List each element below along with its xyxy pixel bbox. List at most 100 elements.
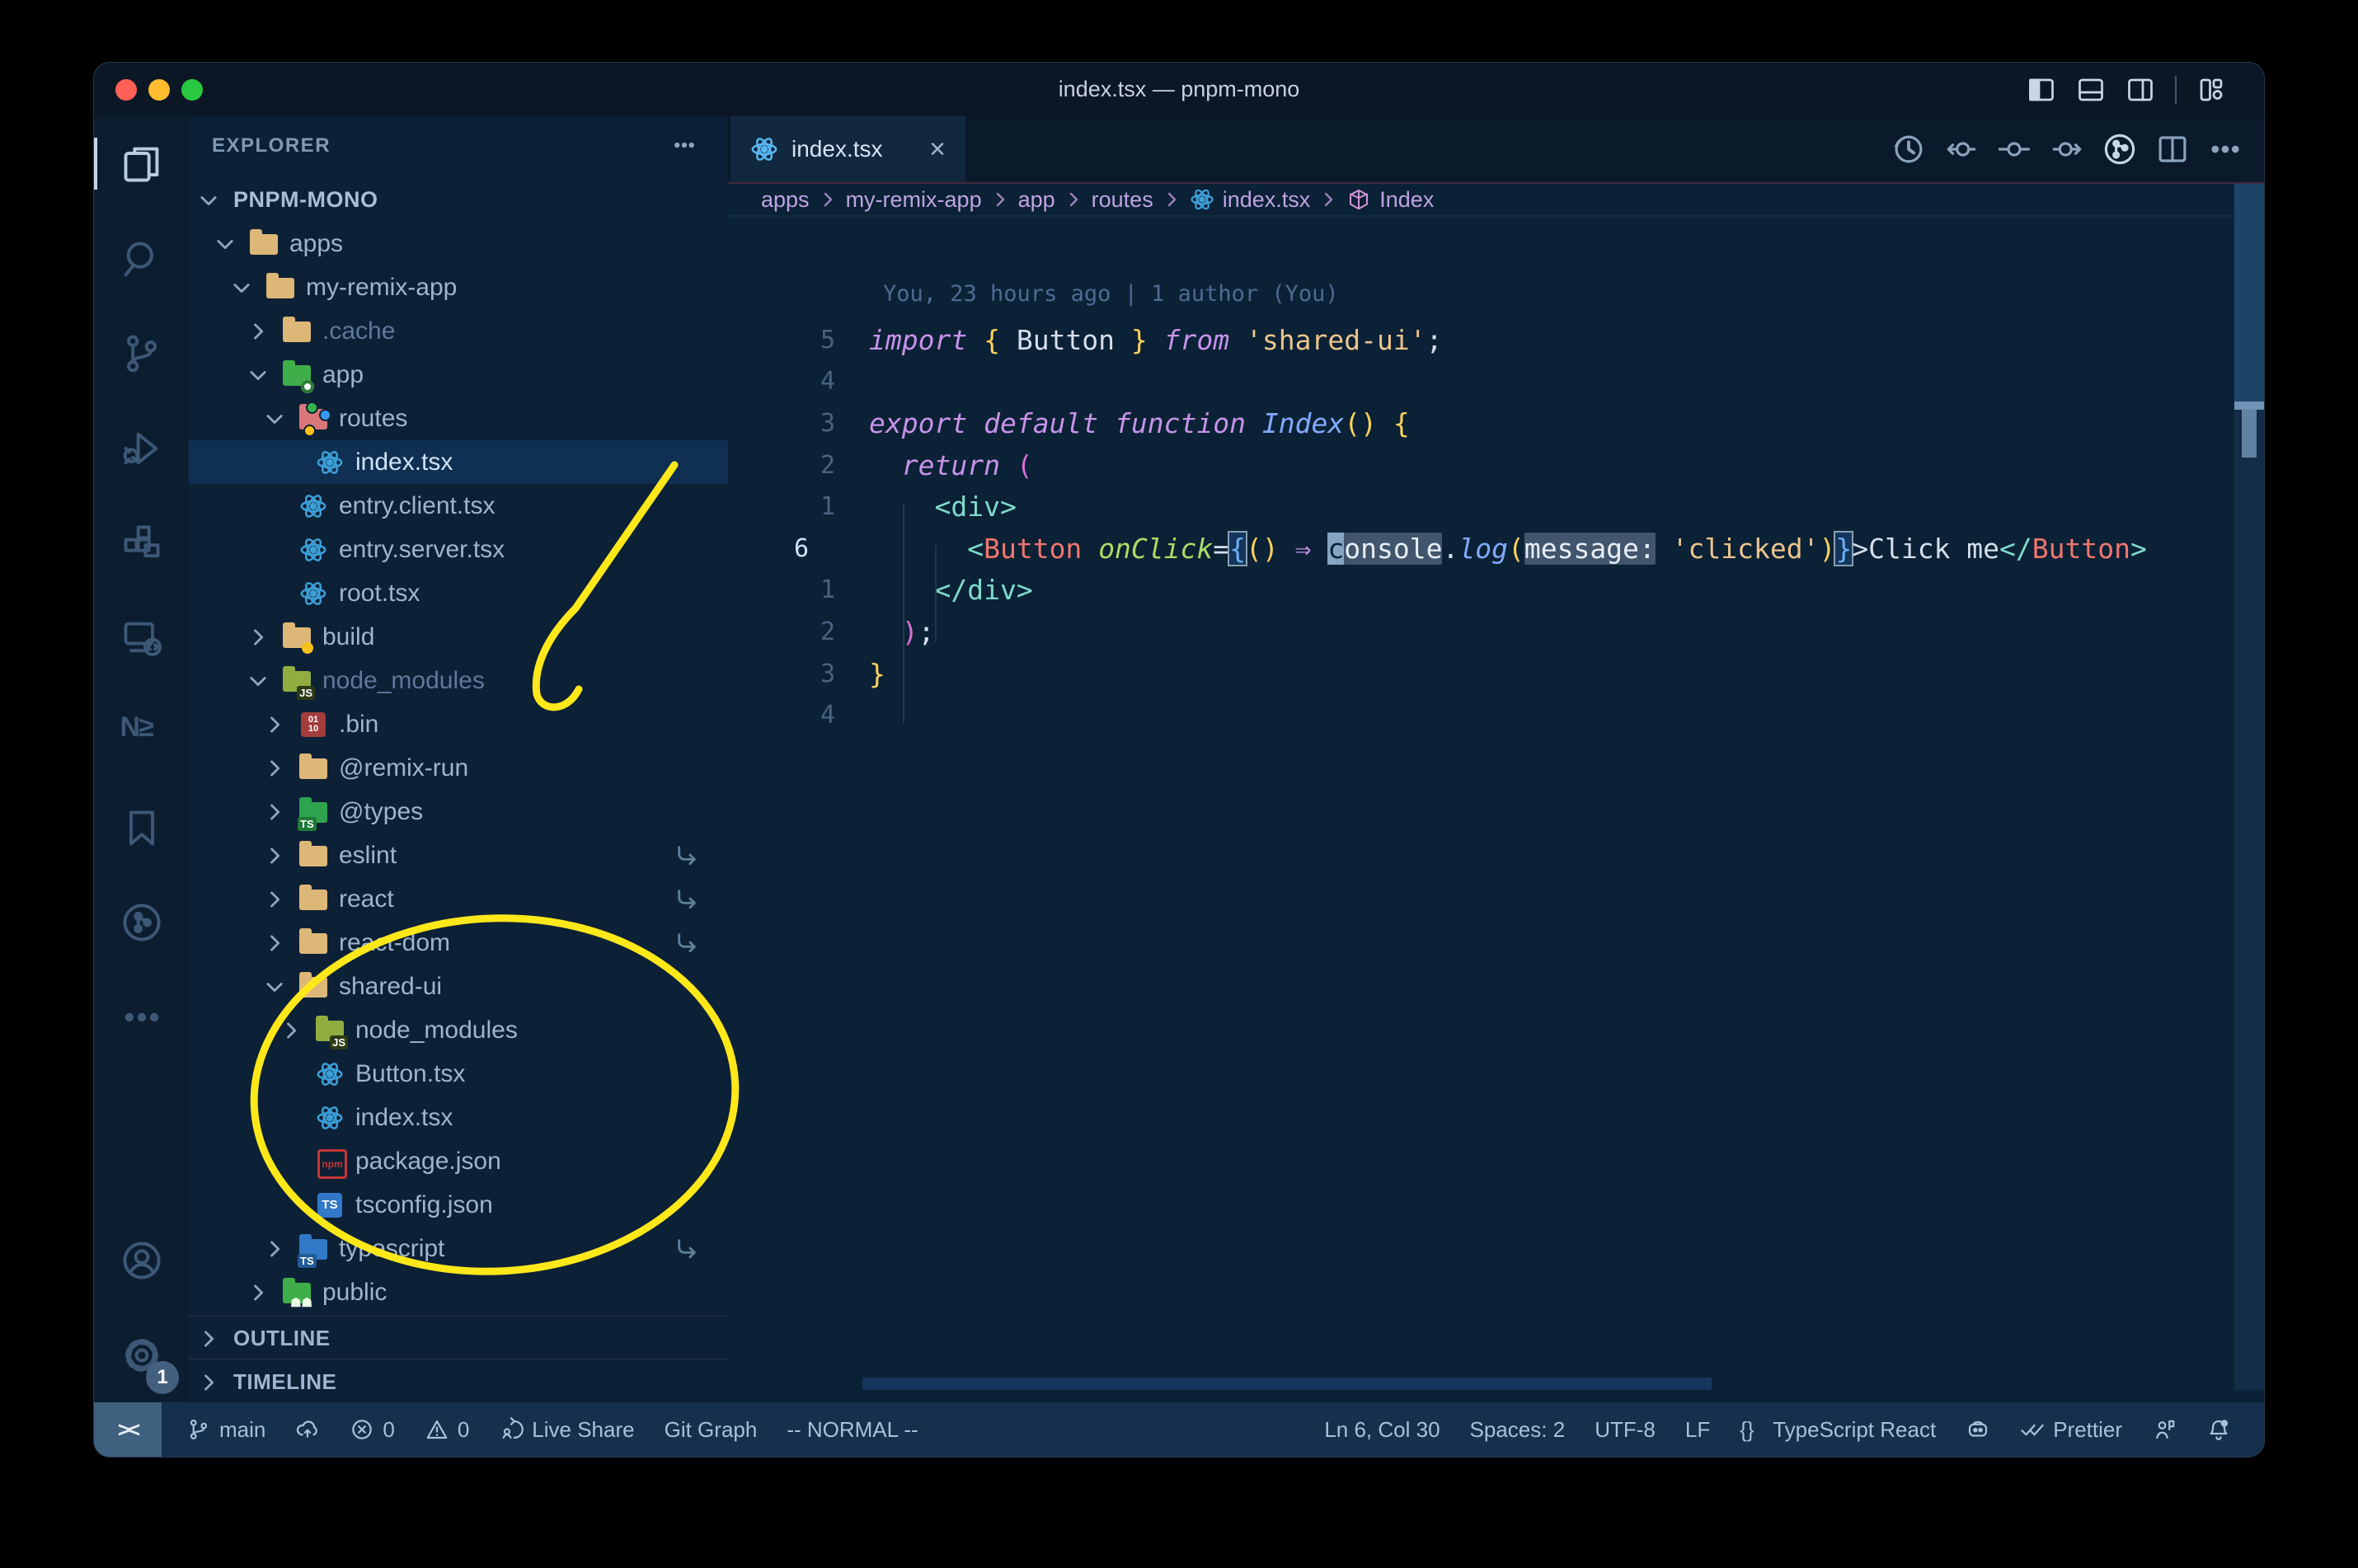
status-encoding[interactable]: UTF-8 [1595, 1417, 1656, 1443]
status-indentation[interactable]: Spaces: 2 [1470, 1417, 1566, 1443]
activity-item-remote-explorer[interactable] [94, 590, 189, 685]
activity-item-nx-console[interactable]: N≥ [94, 685, 189, 780]
code-line[interactable]: 4 [728, 361, 2264, 403]
chevron-down-icon[interactable] [197, 188, 233, 213]
chevron-right-icon[interactable] [263, 756, 299, 781]
activity-item-search[interactable] [94, 211, 189, 306]
breadcrumb-item-app[interactable]: app [1018, 187, 1055, 213]
code-line[interactable]: 2 return ( [728, 444, 2264, 486]
tree-item-index-tsx[interactable]: index.tsx [189, 440, 728, 484]
tree-item--bin[interactable]: 01 10 .bin [189, 702, 728, 746]
code-line[interactable]: 1 <div> [728, 486, 2264, 528]
chevron-right-icon[interactable] [263, 843, 299, 868]
breadcrumb-item-index-tsx[interactable]: index.tsx [1190, 187, 1310, 213]
tree-item-node-modules[interactable]: JS node_modules [189, 659, 728, 702]
tree-item-react[interactable]: react [189, 877, 728, 921]
status-branch-indicator[interactable]: main [186, 1417, 265, 1443]
breadcrumb[interactable]: apps my-remix-app app routes index.tsx Index [728, 184, 2264, 217]
tree-item-eslint[interactable]: eslint [189, 833, 728, 877]
activity-item-extensions[interactable] [94, 495, 189, 590]
code-line[interactable]: 3 export default function Index() { [728, 402, 2264, 444]
status-publish-changes[interactable] [295, 1417, 320, 1442]
git-circle-bright-icon[interactable] [2102, 132, 2137, 167]
tree-item-index-tsx[interactable]: index.tsx [189, 1096, 728, 1139]
chevron-down-icon[interactable] [247, 669, 283, 693]
status-prettier[interactable]: Prettier [2020, 1417, 2122, 1443]
chevron-right-icon[interactable] [247, 625, 283, 650]
chevron-right-icon[interactable] [263, 1237, 299, 1261]
breadcrumb-item-my-remix-app[interactable]: my-remix-app [846, 187, 982, 213]
timeline-icon[interactable] [1891, 132, 1926, 167]
tree-item-public[interactable]: ☗☗ public [189, 1270, 728, 1314]
breadcrumb-item-routes[interactable]: routes [1092, 187, 1153, 213]
code-line[interactable]: 4 [728, 694, 2264, 736]
status-language-mode[interactable]: {} TypeScript React [1740, 1417, 1936, 1443]
tree-item--cache[interactable]: .cache [189, 309, 728, 353]
tree-item-apps[interactable]: apps [189, 222, 728, 265]
activity-item-run-debug[interactable] [94, 401, 189, 495]
title-bar[interactable]: index.tsx — pnpm-mono [94, 63, 2264, 117]
status-notifications[interactable] [2206, 1417, 2231, 1442]
horizontal-scrollbar[interactable] [862, 1378, 1712, 1390]
tab-index-tsx[interactable]: index.tsx × [730, 116, 965, 182]
tree-item-shared-ui[interactable]: shared-ui [189, 965, 728, 1008]
chevron-right-icon[interactable] [263, 931, 299, 955]
outline-section[interactable]: OUTLINE [189, 1315, 728, 1360]
tree-item-button-tsx[interactable]: Button.tsx [189, 1052, 728, 1096]
breadcrumb-item-index[interactable]: Index [1346, 187, 1434, 213]
tree-item-node-modules[interactable]: JS node_modules [189, 1008, 728, 1052]
activity-item-settings[interactable]: 1 [94, 1307, 189, 1402]
chevron-down-icon[interactable] [230, 275, 266, 300]
code-line[interactable]: 3} [728, 653, 2264, 695]
explorer-more-actions-icon[interactable] [669, 133, 700, 157]
chevron-right-icon[interactable] [247, 1280, 283, 1305]
remote-indicator[interactable]: >< [94, 1402, 162, 1457]
chevron-down-icon[interactable] [214, 232, 250, 256]
code-line[interactable]: 2 ); [728, 611, 2264, 653]
vertical-scrollbar[interactable] [2234, 184, 2264, 1390]
chevron-down-icon[interactable] [263, 406, 299, 431]
tree-item-entry-server-tsx[interactable]: entry.server.tsx [189, 528, 728, 571]
code-line[interactable]: 6 <Button onClick={() ⇒ console.log(mess… [728, 528, 2264, 570]
activity-item-source-control[interactable] [94, 306, 189, 401]
chevron-right-icon[interactable] [247, 319, 283, 344]
breadcrumb-item-apps[interactable]: apps [761, 187, 810, 213]
tree-item--types[interactable]: TS @types [189, 790, 728, 833]
layout-sidebar-right-icon[interactable] [2125, 75, 2155, 105]
tree-item--remix-run[interactable]: @remix-run [189, 746, 728, 790]
status-live-share[interactable]: Live Share [499, 1417, 635, 1443]
close-tab-icon[interactable]: × [929, 135, 946, 163]
chevron-down-icon[interactable] [247, 363, 283, 387]
chevron-right-icon[interactable] [263, 887, 299, 912]
tree-item-typescript[interactable]: TS typescript [189, 1227, 728, 1270]
split-editor-icon[interactable] [2155, 132, 2190, 167]
tree-item-entry-client-tsx[interactable]: entry.client.tsx [189, 484, 728, 528]
next-change-icon[interactable] [2050, 132, 2084, 167]
status-copilot[interactable] [1966, 1417, 1990, 1442]
activity-item-git-graph[interactable] [94, 875, 189, 969]
activity-item-more[interactable] [94, 969, 189, 1064]
status-error-count[interactable]: 0 [350, 1417, 395, 1443]
tree-item-pnpm-mono[interactable]: PNPM-MONO [189, 178, 728, 222]
status-eol[interactable]: LF [1685, 1417, 1710, 1443]
layout-panel-icon[interactable] [2076, 75, 2106, 105]
timeline-section[interactable]: TIMELINE [189, 1359, 728, 1404]
chevron-right-icon[interactable] [279, 1018, 316, 1043]
tree-item-app[interactable]: app [189, 353, 728, 397]
chevron-down-icon[interactable] [263, 974, 299, 999]
tree-item-build[interactable]: build [189, 615, 728, 659]
status-warning-count[interactable]: 0 [425, 1417, 469, 1443]
status-cursor-position[interactable]: Ln 6, Col 30 [1324, 1417, 1440, 1443]
layout-sidebar-left-icon[interactable] [2027, 75, 2056, 105]
tree-item-root-tsx[interactable]: root.tsx [189, 571, 728, 615]
activity-item-accounts[interactable] [94, 1213, 189, 1307]
status-git-graph[interactable]: Git Graph [665, 1417, 758, 1443]
tree-item-routes[interactable]: routes [189, 397, 728, 440]
layout-customize-icon[interactable] [2196, 75, 2226, 105]
code-area[interactable]: 5 import { Button } from 'shared-ui'; 4 3 ex… [728, 319, 2264, 736]
more-actions-icon[interactable] [2208, 132, 2243, 167]
gitlens-icon[interactable] [1997, 132, 2032, 167]
activity-item-explorer[interactable] [94, 116, 189, 211]
code-line[interactable]: 5 import { Button } from 'shared-ui'; [728, 319, 2264, 361]
status-feedback[interactable] [2152, 1417, 2177, 1442]
